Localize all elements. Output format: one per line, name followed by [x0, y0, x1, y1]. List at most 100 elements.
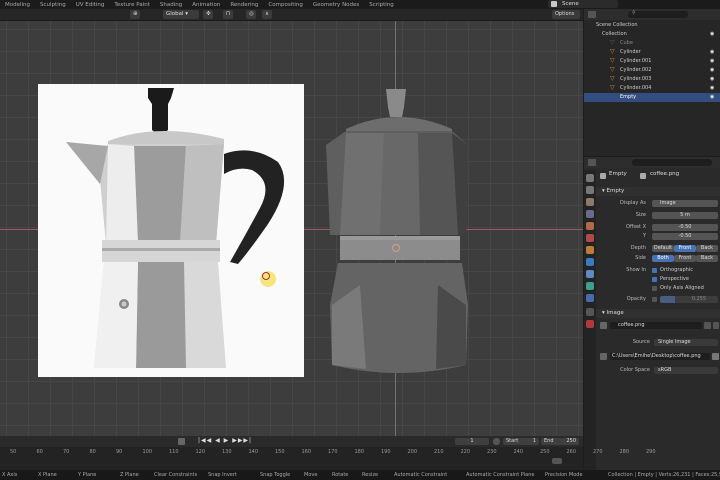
properties-search-input[interactable]	[632, 159, 712, 166]
timeline[interactable]: |◀◀ ◀ ▶ ▶▶▶| 1 Start 1 End 250 50 60 70 80 90 1…	[0, 436, 656, 470]
constraints-tab-icon[interactable]	[586, 282, 594, 290]
clock-icon[interactable]	[493, 438, 500, 445]
properties-tabs	[584, 170, 596, 470]
outliner-row-cylinder-004[interactable]: Cylinder.004 ◉	[584, 84, 720, 93]
visibility-eye-icon[interactable]: ◉	[710, 30, 714, 39]
scene-icon	[551, 1, 557, 7]
outliner-row-cube[interactable]: Cube	[584, 39, 720, 48]
folder-icon[interactable]	[712, 353, 719, 360]
opacity-slider-fill	[660, 296, 675, 303]
visibility-eye-icon[interactable]: ◉	[710, 57, 714, 66]
falloff-icon[interactable]: ∧	[262, 10, 272, 19]
render-tab-icon[interactable]	[586, 186, 594, 194]
status-automatic-constraint: Automatic Constraint	[394, 472, 448, 478]
image-browse-icon[interactable]	[600, 322, 607, 329]
world-tab-icon[interactable]	[586, 234, 594, 242]
start-frame-field[interactable]: Start 1	[503, 438, 539, 445]
color-space-dropdown[interactable]: sRGB	[654, 367, 718, 374]
3d-viewport[interactable]	[0, 21, 583, 436]
side-both-button[interactable]: Both	[652, 255, 674, 262]
visibility-eye-icon[interactable]: ◉	[710, 66, 714, 75]
outliner-row-empty[interactable]: Empty ◉	[584, 93, 720, 102]
editor-type-icon[interactable]	[588, 11, 596, 18]
texture-tab-icon[interactable]	[586, 308, 594, 316]
transform-orientation-dropdown[interactable]: Global ▾	[163, 10, 199, 19]
image-name[interactable]: coffee.png	[650, 171, 679, 177]
physics-tab-icon[interactable]	[586, 270, 594, 278]
scene-tab-icon[interactable]	[586, 222, 594, 230]
3d-cursor-icon[interactable]	[262, 272, 270, 280]
visibility-eye-icon[interactable]: ◉	[710, 48, 714, 57]
fake-user-icon[interactable]	[704, 322, 711, 329]
display-as-dropdown[interactable]: Image	[652, 200, 718, 207]
moka-pot-3d-model[interactable]	[318, 85, 478, 377]
opacity-checkbox[interactable]	[652, 297, 657, 302]
output-tab-icon[interactable]	[586, 198, 594, 206]
orthographic-checkbox[interactable]	[652, 268, 657, 273]
material-tab-icon[interactable]	[586, 320, 594, 328]
filepath-field[interactable]: C:\Users\Emihe\Desktop\coffee.png	[610, 353, 710, 360]
side-front-button[interactable]: Front	[674, 255, 696, 262]
workspace-tab-geometry-nodes[interactable]: Geometry Nodes	[308, 2, 364, 8]
reference-image[interactable]	[38, 84, 304, 377]
source-dropdown[interactable]: Single Image	[654, 339, 718, 346]
timeline-tick-label: 240	[513, 449, 524, 455]
visibility-eye-icon[interactable]: ◉	[710, 75, 714, 84]
image-section-header[interactable]: ▾ Image	[596, 309, 720, 318]
only-axis-aligned-checkbox[interactable]	[652, 286, 657, 291]
outliner-row-scene-collection[interactable]: Scene Collection	[584, 21, 720, 30]
workspace-tab-rendering[interactable]: Rendering	[225, 2, 263, 8]
offset-y-field[interactable]: -0.50	[652, 233, 718, 240]
new-image-icon[interactable]	[713, 322, 719, 329]
tool-tab-icon[interactable]	[586, 174, 594, 182]
side-back-button[interactable]: Back	[696, 255, 718, 262]
workspace-tab-texture-paint[interactable]: Texture Paint	[109, 2, 155, 8]
visibility-eye-icon[interactable]: ◉	[710, 84, 714, 93]
playback-controls[interactable]: |◀◀ ◀ ▶ ▶▶▶|	[198, 437, 252, 444]
end-frame-field[interactable]: End 250	[541, 438, 579, 445]
color-space-label: Color Space	[620, 367, 650, 373]
empty-section-header[interactable]: ▾ Empty	[596, 187, 720, 196]
workspace-tab-uv-editing[interactable]: UV Editing	[71, 2, 110, 8]
view-layer-tab-icon[interactable]	[586, 210, 594, 218]
outliner-row-cylinder[interactable]: Cylinder ◉	[584, 48, 720, 57]
pivot-icon[interactable]: ⊕	[130, 10, 140, 19]
outliner-search-input[interactable]	[628, 11, 688, 18]
workspace-tab-modeling[interactable]: Modeling	[0, 2, 35, 8]
workspace-tab-compositing[interactable]: Compositing	[263, 2, 307, 8]
keyframe-icon[interactable]	[178, 438, 185, 445]
visibility-eye-icon[interactable]: ◉	[710, 93, 714, 102]
options-dropdown[interactable]: Options ▾	[552, 10, 580, 26]
timeline-tick-label: 80	[89, 449, 96, 455]
status-snap-toggle: Snap Toggle	[260, 472, 291, 478]
pivot-point-icon[interactable]: ✜	[203, 10, 213, 19]
opacity-slider[interactable]: 0.255	[660, 296, 718, 303]
depth-default-button[interactable]: Default	[652, 245, 674, 252]
outliner-row-cylinder-003[interactable]: Cylinder.003 ◉	[584, 75, 720, 84]
current-frame-field[interactable]: 1	[455, 438, 489, 445]
mesh-icon: ▽	[610, 75, 615, 82]
timeline-scrollbar[interactable]	[552, 458, 562, 464]
outliner-row-cylinder-002[interactable]: Cylinder.002 ◉	[584, 66, 720, 75]
outliner-row-collection[interactable]: Collection ◉	[584, 30, 720, 39]
outliner-row-cylinder-001[interactable]: Cylinder.001 ◉	[584, 57, 720, 66]
depth-front-button[interactable]: Front	[674, 245, 696, 252]
scene-selector[interactable]: Scene	[548, 0, 618, 8]
editor-type-icon[interactable]	[588, 159, 596, 166]
workspace-tab-scripting[interactable]: Scripting	[364, 2, 398, 8]
image-datablock-field[interactable]: coffee.png	[610, 322, 702, 329]
workspace-tab-animation[interactable]: Animation	[187, 2, 225, 8]
object-name[interactable]: Empty	[609, 171, 627, 177]
object-tab-icon[interactable]	[586, 246, 594, 254]
modifier-tab-icon[interactable]	[586, 258, 594, 266]
size-field[interactable]: 5 m	[652, 212, 718, 219]
workspace-tab-shading[interactable]: Shading	[155, 2, 187, 8]
data-tab-icon[interactable]	[586, 294, 594, 302]
workspace-tab-sculpting[interactable]: Sculpting	[35, 2, 71, 8]
timeline-tick-label: 90	[116, 449, 123, 455]
offset-x-field[interactable]: -0.50	[652, 224, 718, 231]
proportional-edit-icon[interactable]: ◎	[246, 10, 256, 19]
perspective-checkbox[interactable]	[652, 277, 657, 282]
snap-icon[interactable]: ⊓	[223, 10, 233, 19]
depth-back-button[interactable]: Back	[696, 245, 718, 252]
